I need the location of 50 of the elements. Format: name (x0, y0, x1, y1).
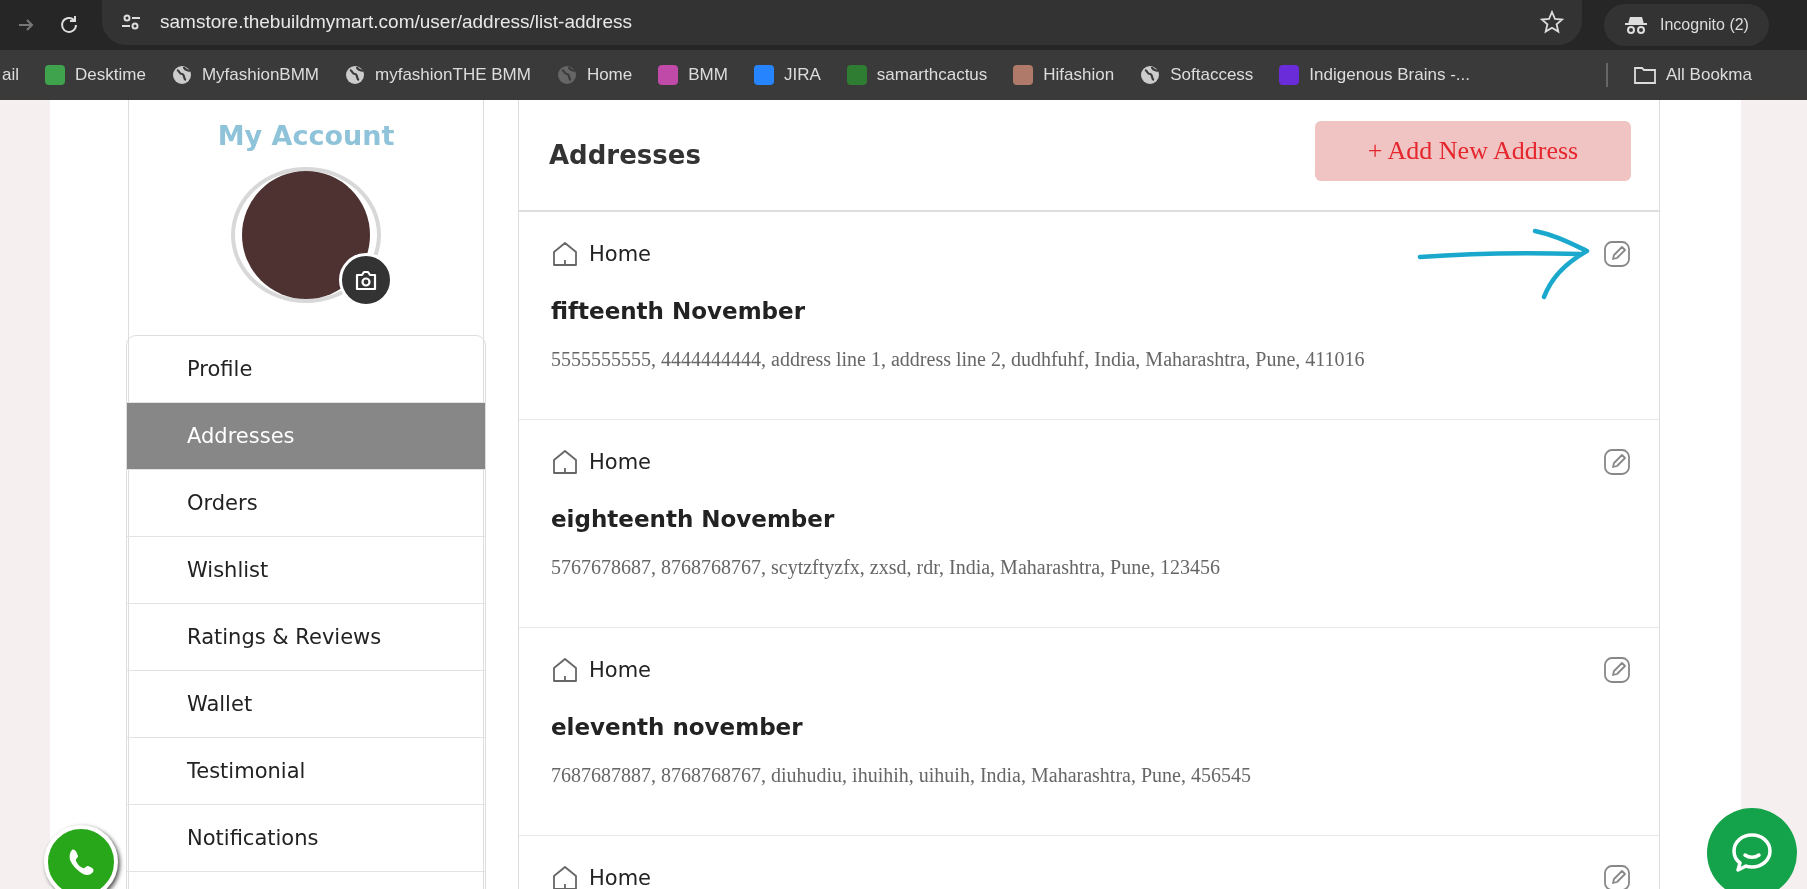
edit-icon[interactable] (1603, 240, 1631, 268)
bookmark-item[interactable]: samarthcactus (846, 65, 988, 85)
address-name: eighteenth November (551, 506, 836, 532)
folder-icon (1634, 66, 1656, 84)
all-bookmarks-item[interactable]: All Bookma (1634, 65, 1752, 85)
globe-icon (171, 65, 192, 85)
edit-icon[interactable] (1603, 656, 1631, 684)
sidebar-menu-item[interactable]: Orders (127, 470, 485, 537)
reload-icon[interactable] (58, 14, 80, 36)
home-icon (551, 656, 579, 684)
address-text: 5767678687, 8768768767, scytzftyzfx, zxsd, rdr, India, Maharashtra, Pune, 123456 (551, 556, 1222, 579)
edit-icon[interactable] (1603, 448, 1631, 476)
home-icon (551, 240, 579, 268)
address-name: fifteenth November (551, 298, 806, 324)
sidebar-title: My Account (217, 120, 395, 151)
address-type-label: Home (589, 866, 651, 889)
sidebar-menu-item[interactable]: Notifications (127, 805, 485, 872)
address-text: 5555555555, 4444444444, address line 1, address line 2, dudhfuhf, India, Maharashtra, Pune, 411016 (551, 348, 1366, 371)
globe-icon (345, 65, 365, 85)
url-text: samstore.thebuildmymart.com/user/address/list-address (160, 11, 632, 33)
bookmark-item[interactable]: MyfashionBMM (171, 65, 319, 85)
address-type-label: Home (589, 450, 651, 474)
home-icon (551, 864, 579, 889)
bookmark-item[interactable]: myfashionTHE BMM (345, 65, 531, 85)
address-text: 7687687887, 8768768767, diuhudiu, ihuihih, uihuih, India, Maharashtra, Pune, 456545 (551, 764, 1252, 787)
incognito-button[interactable]: Incognito (2) (1604, 4, 1769, 46)
incognito-icon (1624, 15, 1648, 35)
sidebar-menu-item[interactable]: Addresses (127, 403, 485, 470)
sidebar-menu-item[interactable]: Wallet (127, 671, 485, 738)
globe-icon (556, 65, 577, 85)
bookmark-star-icon[interactable] (1540, 10, 1564, 34)
bookmark-item[interactable]: Home (556, 65, 633, 85)
address-bar[interactable]: samstore.thebuildmymart.com/user/address/list-address (102, 0, 1582, 45)
address-type-label: Home (589, 242, 651, 266)
bookmark-item[interactable]: JIRA (753, 65, 821, 85)
page-heading: Addresses (549, 140, 701, 170)
globe-icon (1140, 65, 1161, 85)
bookmark-item[interactable]: BMM (658, 65, 728, 85)
bookmark-item[interactable]: Indigenous Brains -... (1279, 65, 1470, 85)
sidebar-menu-item[interactable]: Testimonial (127, 738, 485, 805)
address-name: eleventh november (551, 714, 804, 740)
sidebar-menu-item[interactable]: Ratings & Reviews (127, 604, 485, 671)
sidebar-menu-item[interactable]: Wishlist (127, 537, 485, 604)
address-type-label: Home (589, 658, 651, 682)
edit-icon[interactable] (1603, 864, 1631, 889)
bookmark-item[interactable]: ail (2, 65, 19, 85)
bookmark-item[interactable]: Softaccess (1140, 65, 1254, 85)
home-icon (551, 448, 579, 476)
bookmark-item[interactable]: Hifashion (1013, 65, 1115, 85)
bookmark-item[interactable]: Desktime (45, 65, 146, 85)
